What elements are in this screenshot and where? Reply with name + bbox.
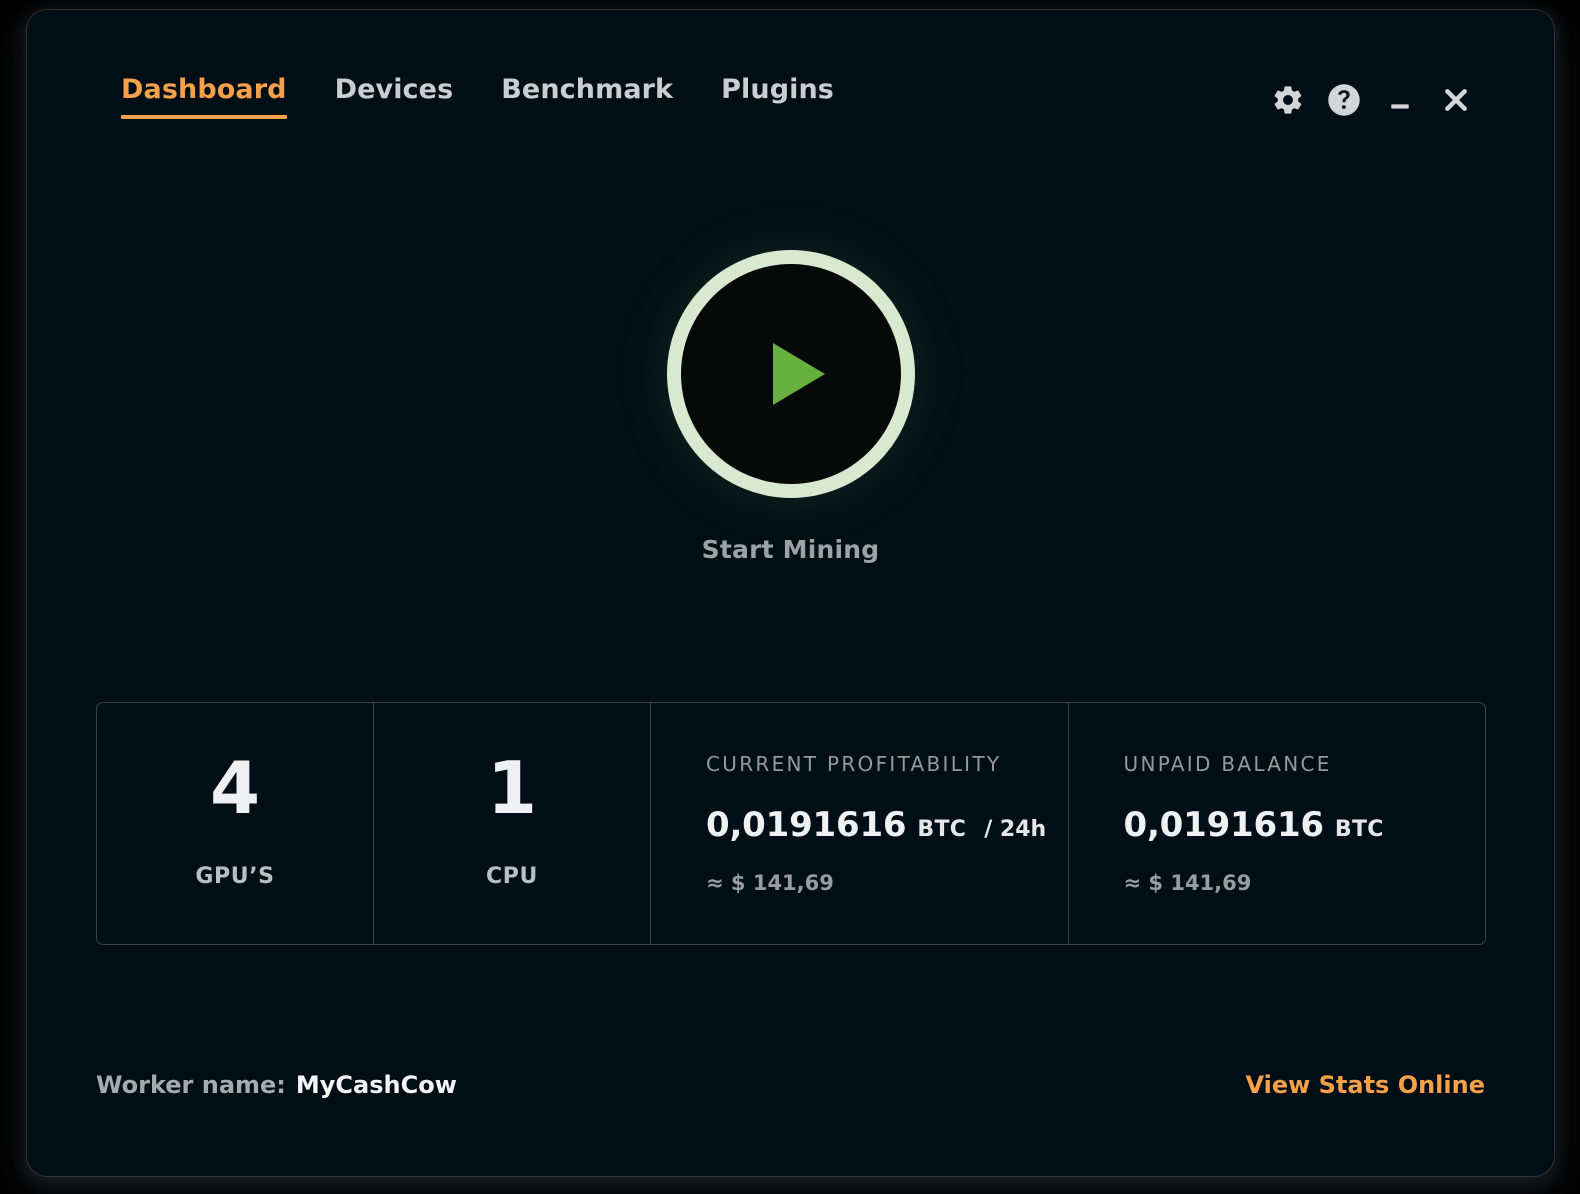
play-icon [773, 343, 825, 405]
footer-bar: Worker name: MyCashCow View Stats Online [96, 1055, 1485, 1115]
view-stats-online-link[interactable]: View Stats Online [1245, 1071, 1485, 1099]
gpu-count-label: GPU’S [195, 864, 274, 889]
application-window: Dashboard Devices Benchmark Plugins [27, 10, 1554, 1176]
close-button[interactable] [1428, 72, 1484, 128]
minimize-button[interactable] [1372, 72, 1428, 128]
tab-benchmark[interactable]: Benchmark [477, 74, 697, 119]
tab-dashboard[interactable]: Dashboard [97, 74, 311, 119]
profitability-amount: 0,0191616 [706, 805, 906, 845]
start-mining-label: Start Mining [702, 535, 880, 564]
title-bar: Dashboard Devices Benchmark Plugins [27, 10, 1554, 140]
cpu-count-value: 1 [487, 752, 537, 824]
close-icon [1440, 84, 1472, 116]
main-navigation: Dashboard Devices Benchmark Plugins [97, 74, 858, 119]
tab-devices[interactable]: Devices [311, 74, 478, 119]
profitability-title: CURRENT PROFITABILITY [706, 752, 1068, 776]
stat-gpu-count: 4 GPU’S [97, 703, 374, 944]
window-controls [1260, 72, 1484, 128]
start-mining-button[interactable] [667, 250, 915, 498]
stat-cpu-count: 1 CPU [374, 703, 651, 944]
unpaid-balance-title: UNPAID BALANCE [1124, 752, 1486, 776]
profitability-unit: BTC [917, 817, 966, 842]
stats-panel: 4 GPU’S 1 CPU CURRENT PROFITABILITY 0,01… [96, 702, 1486, 945]
tab-plugins[interactable]: Plugins [697, 74, 858, 119]
help-button[interactable] [1316, 72, 1372, 128]
profitability-value: 0,0191616 BTC / 24h [706, 805, 1068, 845]
start-mining-section: Start Mining [27, 250, 1554, 564]
worker-name-value: MyCashCow [296, 1071, 457, 1099]
unpaid-balance-unit: BTC [1335, 817, 1384, 842]
settings-gear-icon [1271, 83, 1305, 117]
unpaid-balance-value: 0,0191616 BTC [1124, 805, 1486, 845]
help-icon [1326, 82, 1362, 118]
profitability-fiat: ≈ $ 141,69 [706, 871, 1068, 895]
settings-button[interactable] [1260, 72, 1316, 128]
profitability-period: / 24h [984, 817, 1046, 842]
unpaid-balance-amount: 0,0191616 [1124, 805, 1324, 845]
stat-current-profitability: CURRENT PROFITABILITY 0,0191616 BTC / 24… [651, 703, 1069, 944]
unpaid-balance-fiat: ≈ $ 141,69 [1124, 871, 1486, 895]
gpu-count-value: 4 [210, 752, 260, 824]
worker-name: Worker name: MyCashCow [96, 1071, 457, 1099]
stat-unpaid-balance: UNPAID BALANCE 0,0191616 BTC ≈ $ 141,69 [1069, 703, 1486, 944]
cpu-count-label: CPU [486, 864, 538, 889]
worker-name-label: Worker name: [96, 1071, 286, 1099]
minimize-icon [1385, 85, 1415, 115]
